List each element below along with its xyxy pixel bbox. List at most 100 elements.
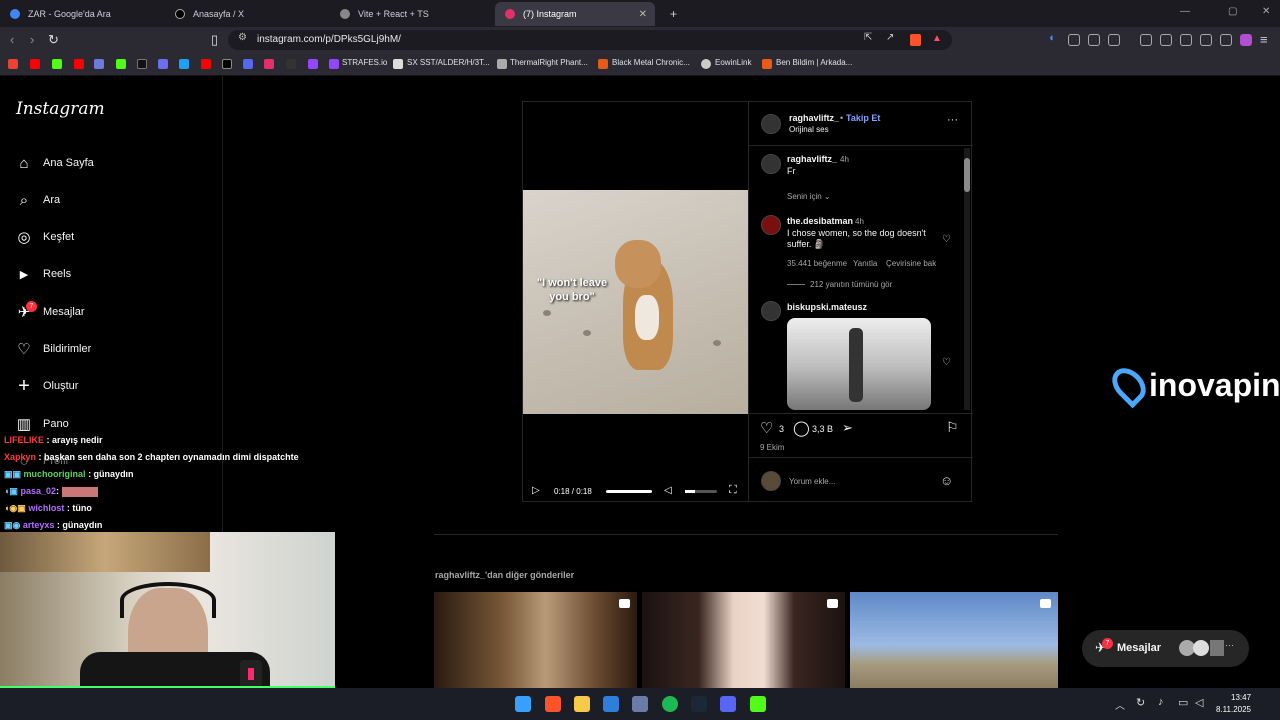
- emoji-icon[interactable]: ☺: [940, 473, 953, 488]
- clock-date[interactable]: 8.11.2025: [1216, 705, 1251, 714]
- progress-bar[interactable]: [606, 490, 652, 493]
- address-bar[interactable]: ⚙ instagram.com/p/DPks5GLj9hM/ ⇱ ↗ ▲: [228, 30, 952, 50]
- volume-slider[interactable]: [685, 490, 717, 493]
- more-icon[interactable]: ···: [1225, 640, 1234, 650]
- menu-icon[interactable]: ≡: [1260, 32, 1268, 47]
- audio-label[interactable]: Orijinal ses: [789, 125, 829, 134]
- site-icon[interactable]: [158, 59, 168, 69]
- close-window-icon[interactable]: ✕: [1262, 6, 1270, 17]
- nav-home[interactable]: ⌂ Ana Sayfa: [15, 151, 93, 175]
- share-icon[interactable]: ➢: [842, 420, 853, 436]
- photos-icon[interactable]: [603, 696, 619, 712]
- new-tab-button[interactable]: +: [660, 2, 680, 26]
- instagram-logo[interactable]: Instagram: [16, 99, 105, 119]
- sort-dropdown[interactable]: Senin için ⌄: [787, 192, 831, 201]
- clock-time[interactable]: 13:47: [1231, 693, 1251, 702]
- youtube-icon[interactable]: [74, 59, 84, 69]
- play-icon[interactable]: ▷: [532, 485, 540, 496]
- open-external-icon[interactable]: ⇱: [864, 32, 872, 43]
- tab-google[interactable]: ZAR - Google'da Ara: [0, 2, 165, 26]
- post-thumbnail[interactable]: [434, 592, 637, 688]
- view-replies-button[interactable]: 212 yanıtın tümünü gör: [810, 280, 892, 289]
- file-explorer-icon[interactable]: [574, 696, 590, 712]
- comment-like-icon[interactable]: ♡: [942, 234, 951, 245]
- brave-shield-icon[interactable]: [910, 34, 921, 46]
- minimize-icon[interactable]: —: [1180, 6, 1190, 17]
- sidebar-icon[interactable]: [1160, 34, 1172, 46]
- gmail-icon[interactable]: [8, 59, 18, 69]
- site-info-icon[interactable]: ⚙: [238, 32, 247, 43]
- twitch-icon[interactable]: [308, 59, 318, 69]
- steam-icon[interactable]: [691, 696, 707, 712]
- bookmark-eowinlink[interactable]: EowinLink: [715, 58, 751, 67]
- like-icon[interactable]: ♡: [760, 419, 773, 437]
- comment-image[interactable]: [787, 318, 931, 410]
- kick-icon[interactable]: [52, 59, 62, 69]
- site-icon[interactable]: [179, 59, 189, 69]
- sync-icon[interactable]: ↻: [1136, 696, 1145, 709]
- post-video[interactable]: "I won't leave you bro": [523, 190, 748, 414]
- author-avatar[interactable]: [761, 114, 781, 134]
- discord-icon[interactable]: [720, 696, 736, 712]
- volume-icon[interactable]: ◁: [664, 485, 672, 496]
- windows-start-icon[interactable]: [515, 696, 531, 712]
- network-icon[interactable]: ▭: [1178, 696, 1188, 709]
- maximize-icon[interactable]: ▢: [1228, 6, 1237, 17]
- music-icon[interactable]: [1140, 34, 1152, 46]
- instagram-icon[interactable]: [264, 59, 274, 69]
- audio-icon[interactable]: ◖: [1048, 32, 1060, 44]
- mic-icon[interactable]: ♪: [1158, 696, 1164, 708]
- site-icon[interactable]: [243, 59, 253, 69]
- tab-x[interactable]: Anasayfa / X: [165, 2, 330, 26]
- vpn-icon[interactable]: [1220, 34, 1232, 46]
- comment-username[interactable]: biskupski.mateusz: [787, 302, 867, 312]
- comment-like-icon[interactable]: ♡: [942, 357, 951, 368]
- bookmark-icon[interactable]: ▯: [211, 32, 218, 48]
- spotify-icon[interactable]: [662, 696, 678, 712]
- nav-explore[interactable]: ◎ Keşfet: [15, 225, 74, 249]
- reply-button[interactable]: Yanıtla: [853, 259, 877, 268]
- messages-pill[interactable]: ✈ 7 Mesajlar ···: [1082, 630, 1249, 667]
- reload-icon[interactable]: ↻: [48, 32, 59, 48]
- commenter-avatar[interactable]: [761, 215, 781, 235]
- tab-instagram[interactable]: (7) Instagram ✕: [495, 2, 655, 26]
- leo-icon[interactable]: [1200, 34, 1212, 46]
- site-icon[interactable]: [94, 59, 104, 69]
- wallet-icon[interactable]: [1180, 34, 1192, 46]
- bookmark-strafes[interactable]: STRAFES.io: [342, 58, 387, 67]
- nav-search[interactable]: ⌕ Ara: [15, 188, 60, 212]
- back-icon[interactable]: ‹: [10, 32, 14, 47]
- comment-icon[interactable]: ◯: [793, 419, 810, 437]
- tiktok-icon[interactable]: [137, 59, 147, 69]
- tab-vite[interactable]: Vite + React + TS: [330, 2, 495, 26]
- brave-rewards-icon[interactable]: ▲: [932, 33, 942, 44]
- bookmark-black-metal[interactable]: Black Metal Chronic...: [612, 58, 690, 67]
- x-icon[interactable]: [222, 59, 232, 69]
- extension-icon[interactable]: [1068, 34, 1080, 46]
- op-username[interactable]: raghavliftz_: [787, 154, 837, 164]
- brave-icon[interactable]: [545, 696, 561, 712]
- author-username[interactable]: raghavliftz_: [789, 113, 839, 123]
- more-options-icon[interactable]: ···: [947, 114, 958, 126]
- bookmark-sx[interactable]: SX SST/ALDER/H/3T...: [407, 58, 490, 67]
- youtube-icon[interactable]: [30, 59, 40, 69]
- translate-button[interactable]: Çevirisine bak: [886, 259, 936, 268]
- comment-username[interactable]: the.desibatman: [787, 216, 853, 226]
- puzzle-icon[interactable]: [1088, 34, 1100, 46]
- site-icon[interactable]: [286, 59, 296, 69]
- commenter-avatar[interactable]: [761, 301, 781, 321]
- nav-reels[interactable]: ▶ Reels: [15, 262, 71, 286]
- kick-icon[interactable]: [750, 696, 766, 712]
- site-icon[interactable]: [116, 59, 126, 69]
- app-icon[interactable]: [632, 696, 648, 712]
- add-comment-input[interactable]: Yorum ekle...: [789, 477, 835, 486]
- op-avatar[interactable]: [761, 154, 781, 174]
- save-icon[interactable]: ⚐: [946, 419, 959, 436]
- post-thumbnail[interactable]: [642, 592, 845, 688]
- close-tab-icon[interactable]: ✕: [639, 9, 647, 20]
- nav-dashboard[interactable]: ▥ Pano: [15, 412, 69, 436]
- volume-icon[interactable]: ◁: [1195, 696, 1203, 709]
- youtube-icon[interactable]: [201, 59, 211, 69]
- profile-icon[interactable]: [1240, 34, 1252, 46]
- screenshot-icon[interactable]: [1108, 34, 1120, 46]
